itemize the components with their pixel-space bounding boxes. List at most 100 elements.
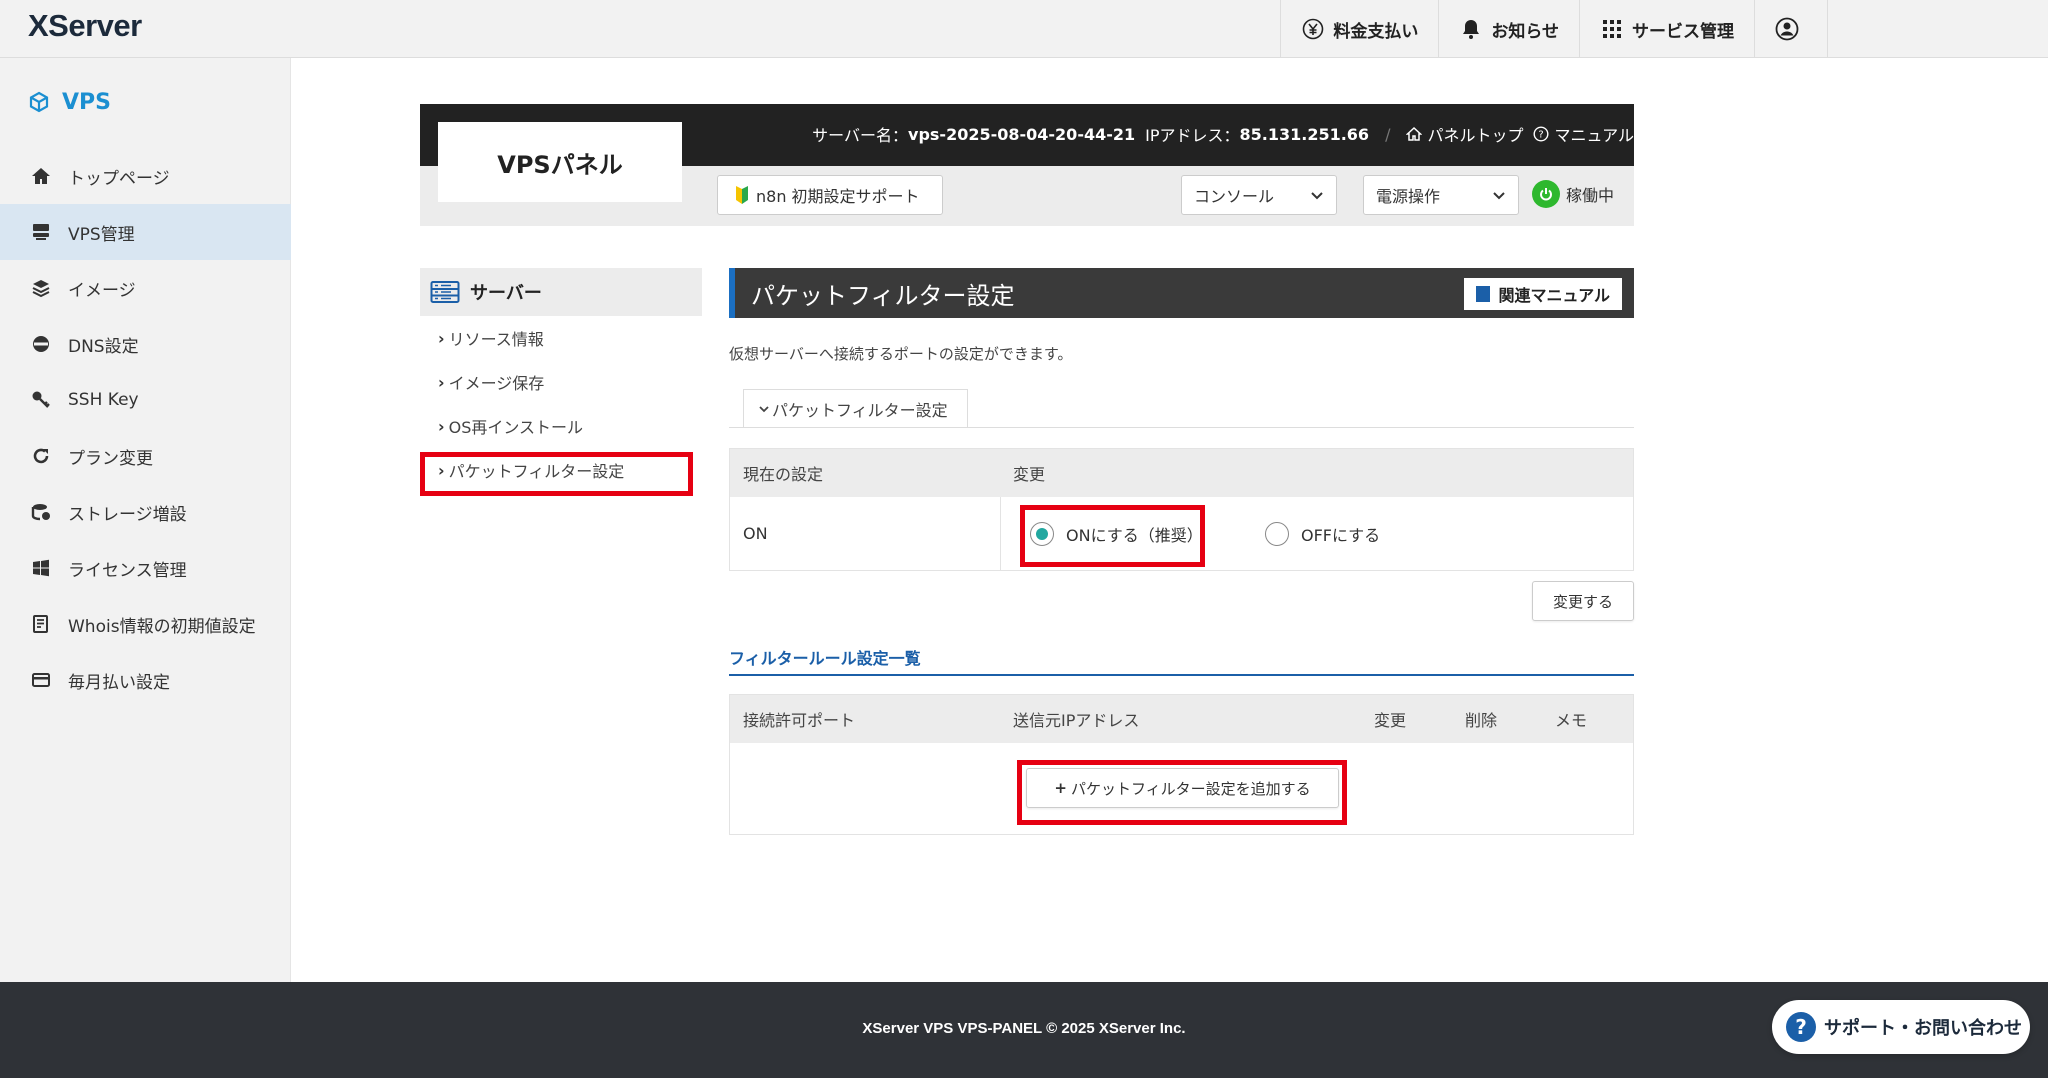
change-button[interactable]: 変更する bbox=[1532, 581, 1634, 621]
submenu-title: サーバー bbox=[470, 283, 542, 304]
manual-label: マニュアル bbox=[1554, 126, 1634, 145]
home-outline-icon bbox=[1406, 126, 1423, 141]
power-select-label: 電源操作 bbox=[1376, 187, 1441, 206]
nav-billing[interactable]: 料金支払い bbox=[1280, 0, 1438, 58]
top-header: XServer 料金支払い お知らせ サービス管理 bbox=[0, 0, 2048, 58]
ip-label: IPアドレス： bbox=[1145, 126, 1240, 145]
sidebar-item-vps-management[interactable]: VPS管理 bbox=[0, 204, 291, 260]
page-title: パケットフィルター設定 関連マニュアル bbox=[729, 268, 1634, 318]
col-edit: 変更 bbox=[1374, 711, 1407, 730]
windows-icon bbox=[30, 557, 52, 579]
footer-copyright: XServer VPS VPS-PANEL © 2025 XServer Inc… bbox=[862, 1020, 1186, 1037]
user-circle-icon bbox=[1775, 17, 1799, 41]
status-label: 稼働中 bbox=[1566, 186, 1615, 205]
sidebar-item-label: DNS設定 bbox=[68, 336, 139, 357]
server-name-label: サーバー名： bbox=[812, 126, 909, 145]
sidebar-item-license[interactable]: ライセンス管理 bbox=[0, 540, 291, 596]
page-description: 仮想サーバーへ接続するポートの設定ができます。 bbox=[729, 345, 1073, 363]
col-delete: 削除 bbox=[1465, 711, 1498, 730]
sidebar-item-label: プラン変更 bbox=[68, 448, 153, 469]
sidebar-menu: トップページ VPS管理 イメージ DNS設定 SSH Key プラン変更 スト… bbox=[0, 148, 291, 708]
sidebar-item-image[interactable]: イメージ bbox=[0, 260, 291, 316]
tab-divider bbox=[729, 427, 1634, 428]
submenu-item-os-reinstall[interactable]: › OS再インストール bbox=[420, 404, 702, 448]
highlight-submenu-packet-filter bbox=[420, 452, 693, 496]
key-icon bbox=[30, 389, 52, 411]
chevron-down-icon bbox=[1493, 192, 1505, 200]
submenu-header: サーバー bbox=[420, 268, 702, 316]
rules-section-underline bbox=[729, 674, 1634, 676]
server-list-icon bbox=[430, 281, 460, 303]
sidebar-item-monthly-payment[interactable]: 毎月払い設定 bbox=[0, 652, 291, 708]
sidebar-item-label: ストレージ増設 bbox=[68, 504, 187, 525]
chevron-right-icon: › bbox=[438, 416, 445, 436]
sidebar-item-whois[interactable]: Whois情報の初期値設定 bbox=[0, 596, 291, 652]
server-icon bbox=[30, 221, 52, 243]
bell-icon bbox=[1459, 17, 1483, 41]
support-contact-button[interactable]: ? サポート・お問い合わせ bbox=[1772, 1000, 2030, 1054]
sidebar-item-label: VPS管理 bbox=[68, 224, 135, 245]
tab-label: パケットフィルター設定 bbox=[772, 401, 948, 420]
rules-section-title: フィルタールール設定一覧 bbox=[729, 649, 921, 668]
table-header: 接続許可ポート 送信元IPアドレス 変更 削除 メモ bbox=[730, 695, 1633, 743]
sidebar-item-ssh-key[interactable]: SSH Key bbox=[0, 372, 291, 428]
server-name: vps-2025-08-04-20-44-21 bbox=[908, 124, 1136, 144]
tab-packet-filter[interactable]: パケットフィルター設定 bbox=[743, 389, 968, 428]
n8n-setup-support-button[interactable]: n8n 初期設定サポート bbox=[717, 175, 943, 215]
vps-brand[interactable]: VPS bbox=[28, 90, 111, 115]
page-title-text: パケットフィルター設定 bbox=[751, 281, 1015, 310]
power-select[interactable]: 電源操作 bbox=[1363, 175, 1519, 215]
card-icon bbox=[30, 669, 52, 691]
sidebar-item-storage[interactable]: ストレージ増設 bbox=[0, 484, 291, 540]
submenu-item-label: イメージ保存 bbox=[448, 374, 545, 393]
sidebar-item-label: トップページ bbox=[68, 168, 170, 189]
highlight-radio-on bbox=[1020, 505, 1205, 567]
chevron-down-icon bbox=[1311, 192, 1323, 200]
radio-off[interactable] bbox=[1265, 521, 1289, 546]
dns-icon bbox=[30, 333, 52, 355]
manual-link[interactable]: ? マニュアル bbox=[1533, 122, 1634, 146]
left-sidebar: VPS トップページ VPS管理 イメージ DNS設定 SSH Key プラン変… bbox=[0, 58, 291, 982]
submenu-item-resources[interactable]: › リソース情報 bbox=[420, 316, 702, 360]
submenu-item-label: OS再インストール bbox=[448, 418, 584, 437]
sidebar-item-dns[interactable]: DNS設定 bbox=[0, 316, 291, 372]
current-setting-value: ON bbox=[743, 524, 768, 543]
account-button[interactable] bbox=[1754, 0, 1828, 58]
nav-notices[interactable]: お知らせ bbox=[1438, 0, 1579, 58]
related-manual-button[interactable]: 関連マニュアル bbox=[1464, 278, 1622, 310]
server-info: サーバー名： vps-2025-08-04-20-44-21 IPアドレス： 85.… bbox=[812, 122, 1634, 146]
submenu-item-label: リソース情報 bbox=[448, 330, 544, 349]
ip-address: 85.131.251.66 bbox=[1239, 124, 1370, 144]
col-source-ip: 送信元IPアドレス bbox=[1013, 711, 1140, 730]
console-select[interactable]: コンソール bbox=[1181, 175, 1337, 215]
top-nav: 料金支払い お知らせ サービス管理 bbox=[1280, 0, 1828, 58]
sidebar-item-label: 毎月払い設定 bbox=[68, 672, 170, 693]
nav-billing-label: 料金支払い bbox=[1333, 21, 1419, 42]
sidebar-item-label: ライセンス管理 bbox=[68, 560, 187, 581]
question-icon: ? bbox=[1786, 1012, 1816, 1042]
nav-service-label: サービス管理 bbox=[1632, 21, 1734, 42]
book-icon bbox=[1476, 286, 1491, 302]
submenu-item-image-save[interactable]: › イメージ保存 bbox=[420, 360, 702, 404]
separator: / bbox=[1385, 124, 1391, 144]
sidebar-item-plan-change[interactable]: プラン変更 bbox=[0, 428, 291, 484]
n8n-button-label: n8n 初期設定サポート bbox=[756, 187, 920, 206]
yen-icon bbox=[1301, 17, 1325, 41]
xserver-logo[interactable]: XServer bbox=[28, 8, 142, 44]
vps-panel-logo[interactable]: VPSパネル bbox=[438, 122, 682, 202]
sidebar-item-label: イメージ bbox=[68, 280, 136, 301]
nav-service-management[interactable]: サービス管理 bbox=[1579, 0, 1754, 58]
storage-icon bbox=[30, 501, 52, 523]
cell-divider bbox=[1000, 497, 1001, 570]
panel-top-label: パネルトップ bbox=[1427, 126, 1524, 145]
power-icon bbox=[1532, 180, 1560, 208]
support-label: サポート・お問い合わせ bbox=[1824, 1018, 2022, 1039]
cube-icon bbox=[29, 91, 49, 112]
panel-top-link[interactable]: パネルトップ bbox=[1406, 122, 1523, 146]
sidebar-item-top[interactable]: トップページ bbox=[0, 148, 291, 204]
sidebar-item-label: SSH Key bbox=[68, 390, 139, 410]
console-select-label: コンソール bbox=[1194, 187, 1275, 206]
radio-off-option[interactable]: OFFにする bbox=[1265, 521, 1380, 546]
refresh-icon bbox=[30, 445, 52, 467]
beginner-mark-icon bbox=[736, 186, 748, 204]
